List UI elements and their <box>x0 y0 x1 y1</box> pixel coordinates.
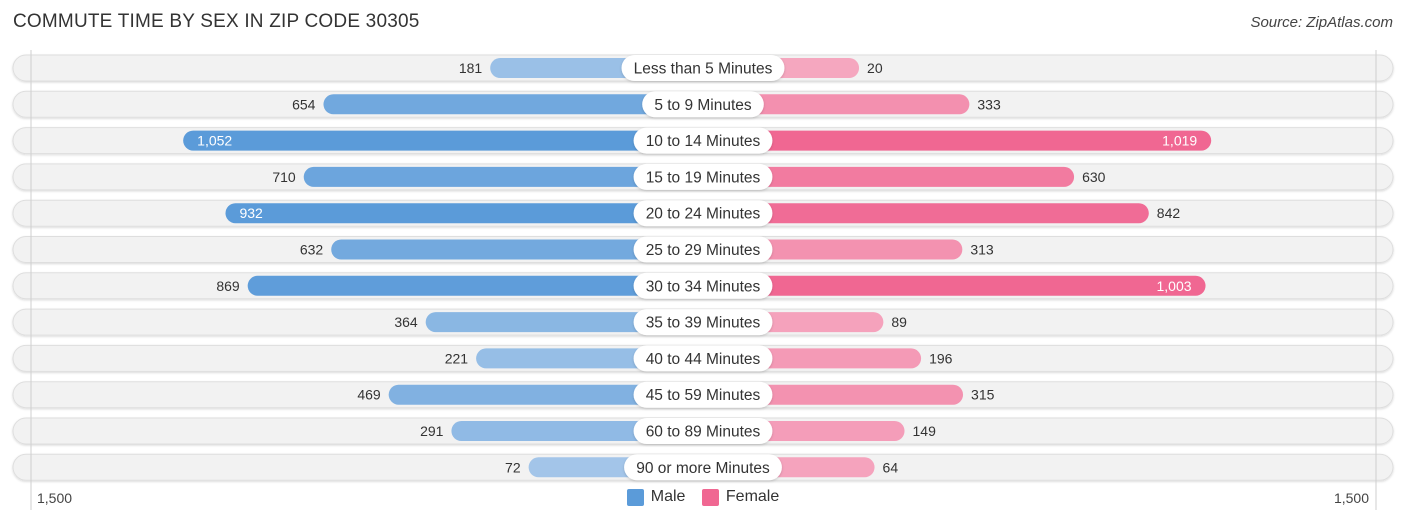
value-label-male: 291 <box>420 423 444 439</box>
value-label-female: 1,003 <box>1157 278 1192 294</box>
legend-label-female: Female <box>725 488 780 505</box>
bar-male[interactable] <box>225 203 703 224</box>
value-label-female: 1,019 <box>1162 133 1197 149</box>
value-label-male: 221 <box>445 350 469 366</box>
chart-area: 181 20 Less than 5 Minutes 654 333 5 to 9 Min… <box>12 50 1394 510</box>
legend-swatch-female <box>701 488 719 506</box>
value-label-female: 89 <box>891 314 907 330</box>
value-label-male: 1,052 <box>197 133 232 149</box>
value-label-male: 710 <box>272 169 296 185</box>
value-label-male: 654 <box>292 96 316 112</box>
value-label-female: 842 <box>1157 205 1181 221</box>
category-label: 15 to 19 Minutes <box>646 169 761 186</box>
value-label-male: 72 <box>505 459 521 475</box>
value-label-female: 20 <box>867 60 883 76</box>
category-label: 20 to 24 Minutes <box>646 206 761 223</box>
legend-item-female[interactable]: Female <box>701 488 780 506</box>
category-label: 25 to 29 Minutes <box>646 242 761 259</box>
value-label-male: 869 <box>216 278 240 294</box>
value-label-female: 313 <box>970 242 994 258</box>
legend-label-male: Male <box>650 488 686 505</box>
value-label-female: 149 <box>913 423 937 439</box>
category-label: Less than 5 Minutes <box>634 61 773 78</box>
value-label-female: 64 <box>883 459 899 475</box>
category-label: 40 to 44 Minutes <box>646 351 761 368</box>
category-label: 30 to 34 Minutes <box>646 278 761 295</box>
value-label-female: 196 <box>929 350 953 366</box>
bar-female[interactable] <box>703 130 1212 151</box>
category-label: 45 to 59 Minutes <box>646 387 761 404</box>
category-label: 60 to 89 Minutes <box>646 424 761 441</box>
value-label-male: 632 <box>300 242 324 258</box>
category-label: 5 to 9 Minutes <box>654 97 752 114</box>
value-label-female: 333 <box>977 96 1001 112</box>
category-label: 90 or more Minutes <box>636 460 770 477</box>
value-label-female: 315 <box>971 387 995 403</box>
value-label-male: 469 <box>357 387 381 403</box>
value-label-female: 630 <box>1082 169 1106 185</box>
legend: Male Female <box>0 488 1406 511</box>
category-label: 35 to 39 Minutes <box>646 315 761 332</box>
value-label-male: 932 <box>239 205 263 221</box>
value-label-male: 181 <box>459 60 483 76</box>
category-label: 10 to 14 Minutes <box>646 133 761 150</box>
legend-item-male[interactable]: Male <box>626 488 686 506</box>
value-label-male: 364 <box>394 314 418 330</box>
bar-male[interactable] <box>183 130 704 151</box>
legend-swatch-male <box>626 488 644 506</box>
bar-female[interactable] <box>703 275 1206 296</box>
